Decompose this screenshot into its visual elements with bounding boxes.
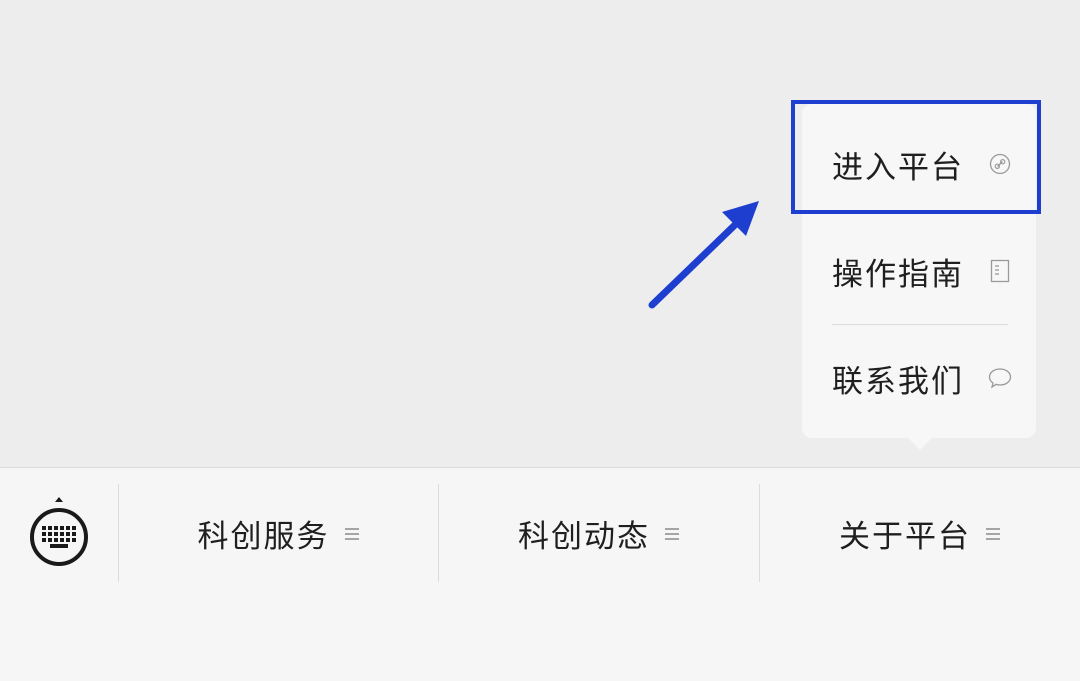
- menu-lines-icon: [665, 527, 679, 540]
- bottom-menu-label: 科创动态: [518, 519, 650, 555]
- menu-lines-icon: [986, 527, 1000, 540]
- bottom-menu-kechuang-news[interactable]: 科创动态: [439, 486, 759, 581]
- bottom-menu-about-platform[interactable]: 关于平台: [760, 486, 1080, 581]
- keyboard-icon: [30, 497, 88, 566]
- keyboard-toggle-button[interactable]: [27, 496, 91, 566]
- bottom-menu-label: 关于平台: [839, 519, 971, 555]
- bottom-menu-kechuang-services[interactable]: 科创服务: [119, 486, 438, 581]
- bottom-menu-label: 科创服务: [197, 519, 330, 555]
- menu-lines-icon: [344, 527, 359, 540]
- bottom-menu-bar: 科创服务 科创动态 关于平台: [0, 467, 1080, 681]
